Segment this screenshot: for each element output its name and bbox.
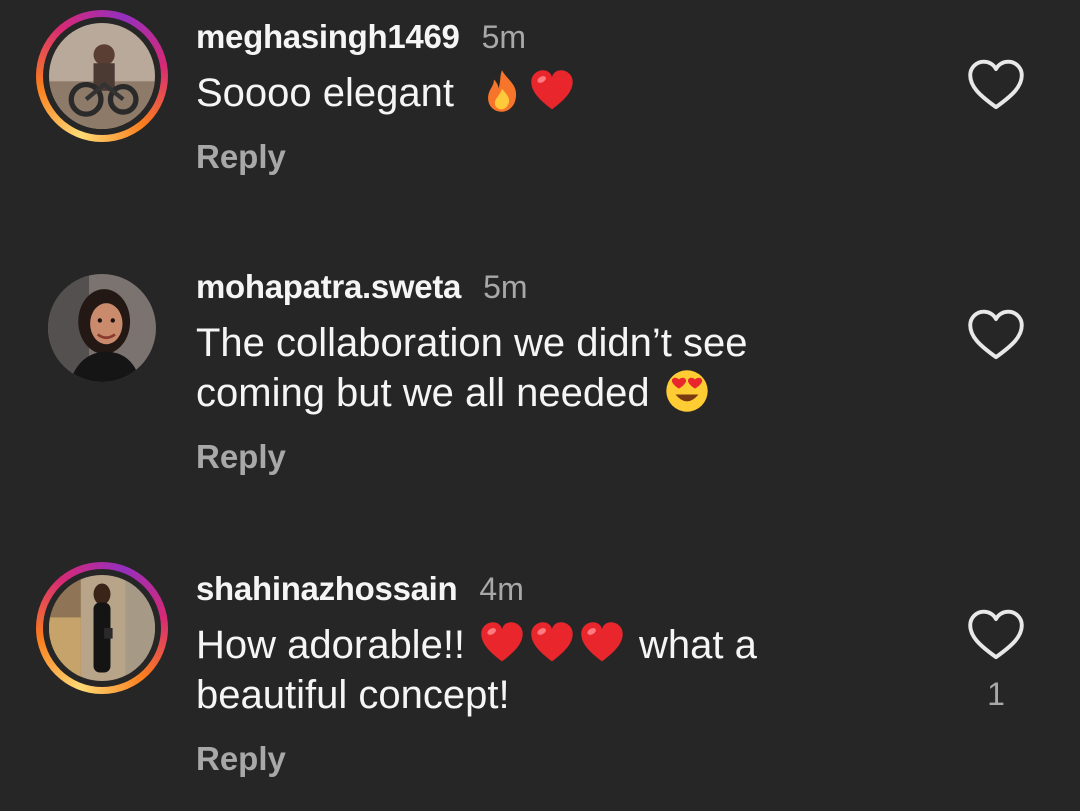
timestamp: 4m [479,571,524,607]
comment-text-line-wrap: How adorable!! what a [196,620,876,670]
comment-text: The collaboration we didn’t see coming b… [196,318,876,418]
heart-outline-icon [968,309,1024,360]
red-heart-emoji [579,620,625,666]
timestamp: 5m [481,19,527,55]
comment-text-line: The collaboration we didn’t see [196,321,748,365]
heart-outline-icon [968,609,1024,660]
avatar-container[interactable] [36,262,168,394]
comment-text-line-wrap: coming but we all needed [196,368,876,418]
comment-text-line: Soooo elegant [196,71,455,115]
username[interactable]: shahinazhossain [196,570,458,608]
comment-text-line: coming but we all needed [196,371,650,415]
reply-button[interactable]: Reply [196,740,876,778]
story-ring-avatar[interactable] [36,562,168,694]
username[interactable]: mohapatra.sweta [196,268,461,306]
like-count: 1 [987,676,1005,712]
comment-text-line: beautiful concept! [196,673,510,717]
red-heart-emoji [479,620,525,666]
comment-text-line: what a [639,623,757,667]
timestamp: 5m [483,269,528,305]
avatar-photo-icon [49,575,155,681]
comment-meta: shahinazhossain 4m [196,570,876,614]
comment-text: Soooo elegant [196,68,876,118]
like-button[interactable] [966,308,1026,362]
story-ring-avatar[interactable] [36,10,168,142]
avatar [49,575,155,681]
avatar-photo-icon [49,23,155,129]
username[interactable]: meghasingh1469 [196,18,460,56]
like-button[interactable] [966,58,1026,112]
avatar [48,274,156,382]
reply-button[interactable]: Reply [196,438,876,476]
red-heart-emoji [529,68,575,114]
avatar [49,23,155,129]
comment-meta: meghasingh1469 5m [196,18,876,62]
red-heart-emoji [529,620,575,666]
heart-eyes-emoji [664,368,710,414]
comment-meta: mohapatra.sweta 5m [196,268,876,312]
avatar-photo-icon [48,274,156,382]
like-button[interactable] [966,608,1026,662]
comment-text: How adorable!! what a beautiful concept! [196,620,876,720]
reply-button[interactable]: Reply [196,138,876,176]
comment-text-line: How adorable!! [196,623,466,667]
heart-outline-icon [968,59,1024,110]
fire-emoji [479,68,525,114]
